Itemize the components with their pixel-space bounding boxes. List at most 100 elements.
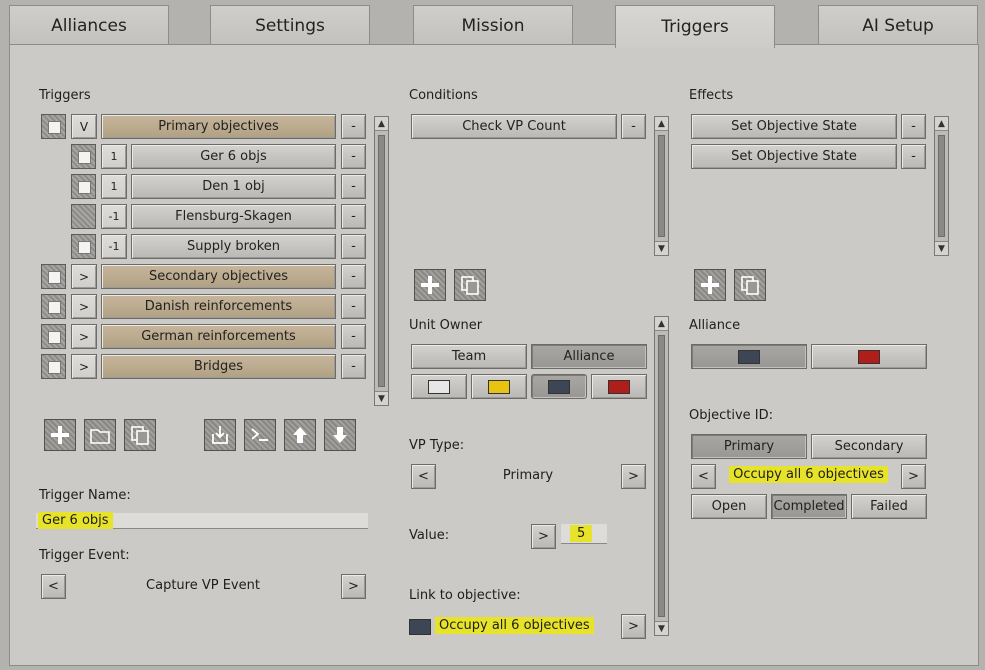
trigger-expand-toggle[interactable]: > <box>71 354 97 379</box>
move-up-button[interactable] <box>284 419 316 451</box>
objective-next-button[interactable]: > <box>901 464 926 489</box>
remove-effect-button[interactable]: - <box>901 144 926 169</box>
condition-settings-scrollbar[interactable]: ▲ ▼ <box>654 316 669 636</box>
conditions-scrollbar[interactable]: ▲ ▼ <box>654 116 669 256</box>
scroll-track[interactable] <box>378 135 385 387</box>
team-button[interactable]: Team <box>411 344 527 369</box>
owner-color-yellow[interactable] <box>471 374 527 399</box>
remove-trigger-button[interactable]: - <box>341 354 366 379</box>
add-condition-button[interactable] <box>414 269 446 301</box>
trigger-item[interactable]: Flensburg-Skagen <box>131 204 336 229</box>
add-folder-button[interactable] <box>84 419 116 451</box>
scroll-up-icon[interactable]: ▲ <box>655 317 668 331</box>
state-completed-button[interactable]: Completed <box>771 494 847 519</box>
scroll-up-icon[interactable]: ▲ <box>375 117 388 131</box>
remove-trigger-button[interactable]: - <box>341 144 366 169</box>
owner-color-red[interactable] <box>591 374 647 399</box>
add-effect-button[interactable] <box>694 269 726 301</box>
vp-type-prev-button[interactable]: < <box>411 464 436 489</box>
copy-trigger-button[interactable] <box>124 419 156 451</box>
import-trigger-button[interactable] <box>204 419 236 451</box>
trigger-checkbox[interactable] <box>41 294 66 319</box>
remove-trigger-button[interactable]: - <box>341 324 366 349</box>
copy-condition-button[interactable] <box>454 269 486 301</box>
effect-alliance-slate[interactable] <box>691 344 807 369</box>
trigger-checkbox[interactable] <box>71 204 96 229</box>
trigger-item[interactable]: Ger 6 objs <box>131 144 336 169</box>
add-trigger-button[interactable] <box>44 419 76 451</box>
condition-item[interactable]: Check VP Count <box>411 114 617 139</box>
scroll-down-icon[interactable]: ▼ <box>655 241 668 255</box>
link-objective-next-button[interactable]: > <box>621 614 646 639</box>
alliance-button[interactable]: Alliance <box>531 344 647 369</box>
trigger-checkbox[interactable] <box>41 264 66 289</box>
primary-objective-button[interactable]: Primary <box>691 434 807 459</box>
tab-ai-setup[interactable]: AI Setup <box>818 5 978 45</box>
trigger-expand-toggle[interactable]: > <box>71 294 97 319</box>
conditions-header: Conditions <box>409 88 478 103</box>
remove-trigger-button[interactable]: - <box>341 204 366 229</box>
secondary-objective-button[interactable]: Secondary <box>811 434 927 459</box>
trigger-checkbox[interactable] <box>41 354 66 379</box>
trigger-name-label: Trigger Name: <box>39 488 131 503</box>
tab-alliances[interactable]: Alliances <box>9 5 169 45</box>
remove-trigger-button[interactable]: - <box>341 234 366 259</box>
remove-trigger-button[interactable]: - <box>341 264 366 289</box>
effect-item[interactable]: Set Objective State <box>691 144 897 169</box>
state-open-button[interactable]: Open <box>691 494 767 519</box>
import-icon <box>212 426 228 444</box>
move-down-button[interactable] <box>324 419 356 451</box>
tab-mission[interactable]: Mission <box>413 5 573 45</box>
trigger-item[interactable]: Primary objectives <box>101 114 336 139</box>
scroll-down-icon[interactable]: ▼ <box>655 621 668 635</box>
vp-type-next-button[interactable]: > <box>621 464 646 489</box>
value-increment-button[interactable]: > <box>531 524 556 549</box>
trigger-checkbox[interactable] <box>71 174 96 199</box>
plus-icon <box>51 426 69 444</box>
trigger-event-next-button[interactable]: > <box>341 574 366 599</box>
remove-effect-button[interactable]: - <box>901 114 926 139</box>
copy-effect-button[interactable] <box>734 269 766 301</box>
trigger-item[interactable]: Danish reinforcements <box>101 294 336 319</box>
remove-condition-button[interactable]: - <box>621 114 646 139</box>
objective-prev-button[interactable]: < <box>691 464 716 489</box>
trigger-item[interactable]: German reinforcements <box>101 324 336 349</box>
owner-color-slate[interactable] <box>531 374 587 399</box>
trigger-item[interactable]: Den 1 obj <box>131 174 336 199</box>
scroll-up-icon[interactable]: ▲ <box>935 117 948 131</box>
scroll-track[interactable] <box>658 335 665 617</box>
trigger-expand-toggle[interactable]: > <box>71 264 97 289</box>
tab-settings[interactable]: Settings <box>210 5 370 45</box>
scroll-down-icon[interactable]: ▼ <box>935 241 948 255</box>
effects-scrollbar[interactable]: ▲ ▼ <box>934 116 949 256</box>
remove-trigger-button[interactable]: - <box>341 294 366 319</box>
trigger-event-prev-button[interactable]: < <box>41 574 66 599</box>
terminal-icon <box>251 428 268 441</box>
trigger-expand-toggle[interactable]: > <box>71 324 97 349</box>
state-failed-button[interactable]: Failed <box>851 494 927 519</box>
trigger-checkbox[interactable] <box>71 144 96 169</box>
trigger-checkbox[interactable] <box>71 234 96 259</box>
console-button[interactable] <box>244 419 276 451</box>
effect-item[interactable]: Set Objective State <box>691 114 897 139</box>
trigger-item[interactable]: Secondary objectives <box>101 264 336 289</box>
triggers-scrollbar[interactable]: ▲ ▼ <box>374 116 389 406</box>
remove-trigger-button[interactable]: - <box>341 174 366 199</box>
trigger-checkbox[interactable] <box>41 324 66 349</box>
trigger-checkbox[interactable] <box>41 114 66 139</box>
owner-color-white[interactable] <box>411 374 467 399</box>
remove-trigger-button[interactable]: - <box>341 114 366 139</box>
trigger-expand-toggle[interactable]: V <box>71 114 97 139</box>
scroll-down-icon[interactable]: ▼ <box>375 391 388 405</box>
scroll-track[interactable] <box>658 135 665 237</box>
value-display: 5 <box>570 525 593 542</box>
trigger-item[interactable]: Bridges <box>101 354 336 379</box>
scroll-track[interactable] <box>938 135 945 237</box>
objective-id-label: Objective ID: <box>689 408 773 423</box>
trigger-event-value: Capture VP Event <box>146 578 260 593</box>
trigger-item[interactable]: Supply broken <box>131 234 336 259</box>
scroll-up-icon[interactable]: ▲ <box>655 117 668 131</box>
arrow-down-icon <box>333 427 347 443</box>
tab-triggers[interactable]: Triggers <box>615 5 775 48</box>
effect-alliance-red[interactable] <box>811 344 927 369</box>
